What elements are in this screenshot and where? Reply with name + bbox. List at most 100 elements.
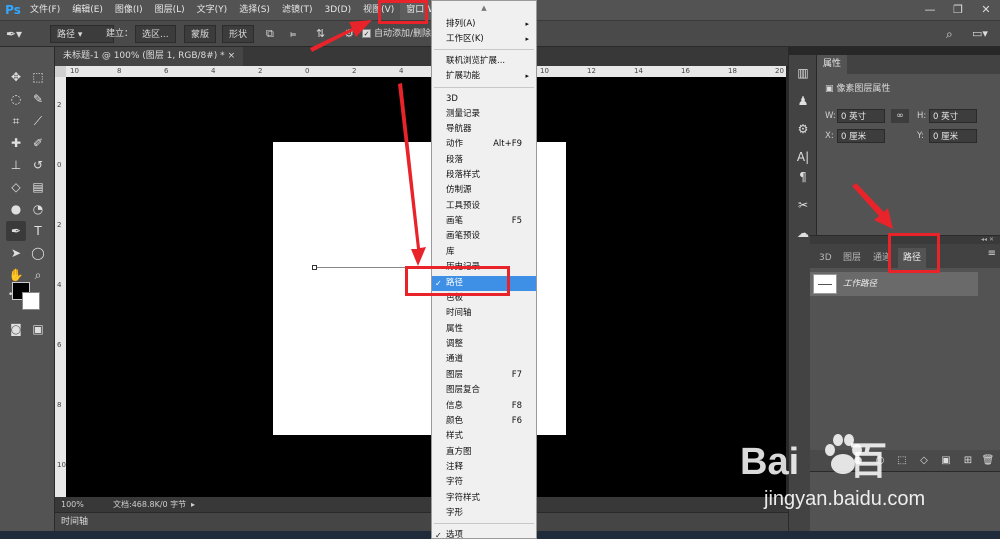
move-tool-icon[interactable]: ✥ xyxy=(6,67,26,87)
window-menu-item[interactable]: 段落样式 xyxy=(432,168,536,183)
pen-tool-icon[interactable]: ✒ xyxy=(6,221,26,241)
gear-icon[interactable]: ⚙ xyxy=(344,25,354,43)
zoom-tool-icon[interactable]: ⌕ xyxy=(28,265,48,285)
window-menu-item[interactable]: 工具预设 xyxy=(432,199,536,214)
document-tab-close-icon[interactable]: × xyxy=(228,51,236,61)
menu-file[interactable]: 文件(F) xyxy=(24,0,66,20)
workspace-icon[interactable]: ▭▾ xyxy=(972,25,988,43)
window-menu-item[interactable]: 注释 xyxy=(432,460,536,475)
crop-tool-icon[interactable]: ⌗ xyxy=(6,111,26,131)
window-menu-item[interactable]: 测量记录 xyxy=(432,107,536,122)
menu-type[interactable]: 文字(Y) xyxy=(191,0,234,20)
window-menu-item[interactable]: 直方图 xyxy=(432,445,536,460)
window-menu-item[interactable]: 通道 xyxy=(432,352,536,367)
tab-layers[interactable]: 图层 xyxy=(838,248,866,268)
window-menu-item[interactable]: 时间轴 xyxy=(432,306,536,321)
brush-tool-icon[interactable]: ✐ xyxy=(28,133,48,153)
tool-mode-select[interactable]: 路径 ▾ xyxy=(50,25,114,43)
window-menu-item[interactable]: 画笔预设 xyxy=(432,229,536,244)
window-menu-item[interactable]: 仿制源 xyxy=(432,183,536,198)
window-menu-item[interactable]: 图层复合 xyxy=(432,383,536,398)
close-button[interactable]: ✕ xyxy=(972,0,1000,20)
window-menu-item[interactable]: 动作 Alt+F9 xyxy=(432,137,536,152)
window-menu-item[interactable]: 属性 xyxy=(432,322,536,337)
tab-3d[interactable]: 3D xyxy=(814,248,837,268)
lasso-tool-icon[interactable]: ◌ xyxy=(6,89,26,109)
menu-3d[interactable]: 3D(D) xyxy=(318,0,357,20)
window-menu-item[interactable]: 扩展功能 ▸ xyxy=(432,69,536,84)
background-color-swatch[interactable] xyxy=(22,292,40,310)
tools-settings-icon[interactable]: ✂ xyxy=(793,195,813,215)
vertical-ruler[interactable]: 2 0 2 4 6 8 10 xyxy=(55,77,66,497)
work-path-segment[interactable] xyxy=(314,267,414,268)
tab-properties[interactable]: 属性 xyxy=(817,55,848,74)
scroll-up-icon[interactable]: ▲ xyxy=(432,4,536,12)
window-menu-item[interactable]: 工作区(K) ▸ xyxy=(432,32,536,47)
gradient-tool-icon[interactable]: ▤ xyxy=(28,177,48,197)
paragraph-panel-icon[interactable]: ¶ xyxy=(793,167,813,187)
window-menu-item[interactable]: 3D xyxy=(432,92,536,107)
make-mask-button[interactable]: 蒙版 xyxy=(184,25,217,43)
x-field[interactable]: 0 厘米 xyxy=(837,129,885,143)
window-menu-item[interactable]: 字形 xyxy=(432,506,536,521)
eraser-tool-icon[interactable]: ◇ xyxy=(6,177,26,197)
menu-filter[interactable]: 滤镜(T) xyxy=(276,0,319,20)
blur-tool-icon[interactable]: ● xyxy=(6,199,26,219)
adjustments-panel-icon[interactable]: ⚙ xyxy=(793,119,813,139)
path-name[interactable]: 工作路径 xyxy=(843,272,877,296)
eyedropper-tool-icon[interactable]: ⟋ xyxy=(28,111,48,131)
document-tab[interactable]: 未标题-1 @ 100% (图层 1, RGB/8#) * × xyxy=(55,47,244,66)
clone-stamp-tool-icon[interactable]: ⊥ xyxy=(6,155,26,175)
path-list-item[interactable]: 工作路径 xyxy=(810,272,978,296)
marquee-tool-icon[interactable]: ⬚ xyxy=(28,67,48,87)
path-anchor-point[interactable] xyxy=(312,265,317,270)
search-icon[interactable]: ⌕ xyxy=(946,25,953,43)
window-menu-item[interactable]: 库 xyxy=(432,245,536,260)
status-arrow-icon[interactable]: ▸ xyxy=(191,497,195,512)
window-menu-item[interactable]: 排列(A) ▸ xyxy=(432,17,536,32)
menu-image[interactable]: 图像(I) xyxy=(109,0,149,20)
type-tool-icon[interactable]: T xyxy=(28,221,48,241)
properties-panel-icon[interactable]: ♟ xyxy=(793,91,813,111)
path-alignment-icon[interactable]: ⫢ xyxy=(290,25,296,43)
restore-button[interactable]: ❐ xyxy=(944,0,972,20)
auto-add-delete-checkbox[interactable]: ✓ 自动添加/删除 xyxy=(362,25,431,43)
panel-menu-icon[interactable]: ≡ xyxy=(988,248,996,259)
path-selection-tool-icon[interactable]: ➤ xyxy=(6,243,26,263)
dodge-tool-icon[interactable]: ◔ xyxy=(28,199,48,219)
history-panel-icon[interactable]: ▥ xyxy=(793,63,813,83)
make-selection-button[interactable]: 选区... xyxy=(135,25,176,43)
window-menu-item[interactable]: 样式 xyxy=(432,429,536,444)
window-menu-item[interactable]: 画笔 F5 xyxy=(432,214,536,229)
window-menu-item[interactable]: 图层 F7 xyxy=(432,368,536,383)
path-arrangement-icon[interactable]: ⇅ xyxy=(316,25,325,43)
path-operations-icon[interactable]: ⧉ xyxy=(266,25,274,43)
menu-layer[interactable]: 图层(L) xyxy=(149,0,191,20)
minimize-button[interactable]: — xyxy=(916,0,944,20)
window-menu-item[interactable]: 字符样式 xyxy=(432,491,536,506)
window-menu-item[interactable]: 字符 xyxy=(432,475,536,490)
timeline-panel-bar[interactable]: 时间轴 xyxy=(55,512,788,531)
y-field[interactable]: 0 厘米 xyxy=(929,129,977,143)
window-menu-item[interactable]: 信息 F8 xyxy=(432,399,536,414)
window-menu-item[interactable]: 联机浏览扩展... xyxy=(432,54,536,69)
zoom-level[interactable]: 100% xyxy=(61,497,84,512)
window-menu-item[interactable]: ✓ 选项 xyxy=(432,528,536,539)
window-menu-item[interactable]: 颜色 F6 xyxy=(432,414,536,429)
quick-select-tool-icon[interactable]: ✎ xyxy=(28,89,48,109)
make-shape-button[interactable]: 形状 xyxy=(222,25,255,43)
link-dimensions-icon[interactable]: ∞ xyxy=(891,109,909,123)
screen-mode-icon[interactable]: ▣ xyxy=(28,319,48,339)
ellipse-tool-icon[interactable]: ◯ xyxy=(28,243,48,263)
window-menu-item[interactable]: 导航器 xyxy=(432,122,536,137)
menu-edit[interactable]: 编辑(E) xyxy=(66,0,109,20)
history-brush-tool-icon[interactable]: ↺ xyxy=(28,155,48,175)
menu-select[interactable]: 选择(S) xyxy=(233,0,276,20)
pen-tool-preset-icon[interactable]: ✒▾ xyxy=(6,25,22,43)
window-menu-item[interactable]: 调整 xyxy=(432,337,536,352)
horizontal-ruler[interactable]: 10864202468101214161820 xyxy=(66,66,786,77)
healing-brush-tool-icon[interactable]: ✚ xyxy=(6,133,26,153)
character-panel-icon[interactable]: A| xyxy=(793,147,813,167)
height-field[interactable]: 0 英寸 xyxy=(929,109,977,123)
width-field[interactable]: 0 英寸 xyxy=(837,109,885,123)
